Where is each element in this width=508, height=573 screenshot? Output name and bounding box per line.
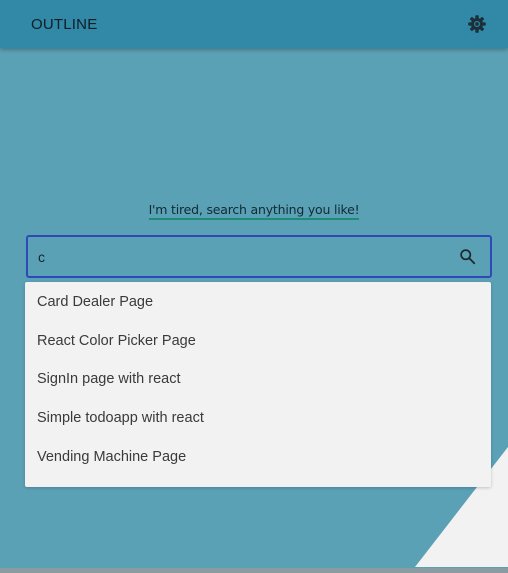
suggestion-item-todoapp[interactable]: Simple todoapp with react: [25, 399, 491, 438]
search-input[interactable]: [38, 248, 458, 265]
settings-button[interactable]: [466, 13, 488, 35]
app-header: OUTLINE: [0, 0, 508, 48]
suggestions-dropdown: Card Dealer Page React Color Picker Page…: [25, 282, 491, 487]
suggestion-item-signin[interactable]: SignIn page with react: [25, 360, 491, 399]
tagline-container: I'm tired, search anything you like!: [0, 201, 508, 220]
suggestion-item-card-dealer[interactable]: Card Dealer Page: [25, 283, 491, 322]
search-icon: [459, 249, 475, 265]
bottom-scrollbar[interactable]: [0, 568, 508, 573]
suggestion-item-vending-machine[interactable]: Vending Machine Page: [25, 437, 491, 476]
search-button[interactable]: [458, 248, 476, 266]
app-title: OUTLINE: [31, 15, 98, 33]
tagline-text: I'm tired, search anything you like!: [148, 202, 360, 220]
search-box[interactable]: [26, 235, 492, 278]
gear-icon: [468, 15, 486, 33]
suggestion-item-color-picker[interactable]: React Color Picker Page: [25, 322, 491, 361]
